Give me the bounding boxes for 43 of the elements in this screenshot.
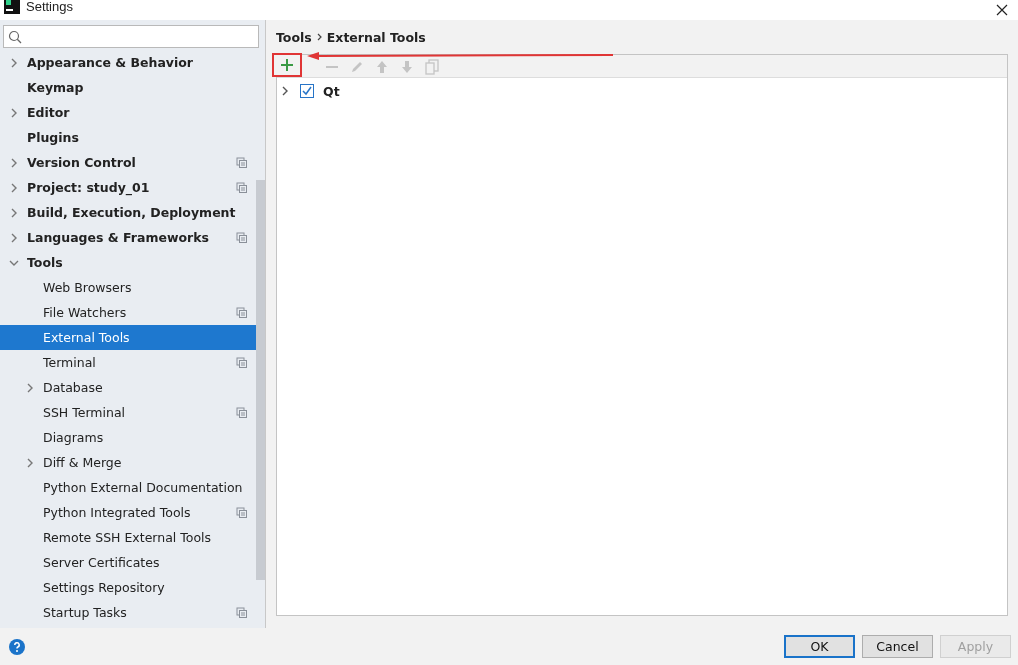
close-icon[interactable] (996, 4, 1008, 16)
window-title: Settings (26, 0, 73, 14)
sidebar-item[interactable]: Web Browsers (0, 275, 256, 300)
sidebar-item[interactable]: Server Certificates (0, 550, 256, 575)
sidebar-item[interactable]: Remote SSH External Tools (0, 525, 256, 550)
sidebar-item[interactable]: Python Integrated Tools (0, 500, 256, 525)
sidebar-item[interactable]: Editor (0, 100, 256, 125)
up-arrow-icon (374, 59, 390, 75)
sidebar-item[interactable]: File Watchers (0, 300, 256, 325)
help-icon[interactable] (9, 638, 25, 655)
sidebar-item[interactable]: Plugins (0, 125, 256, 150)
sidebar-item[interactable]: SSH Terminal (0, 400, 256, 425)
breadcrumb-item[interactable]: External Tools (326, 29, 426, 45)
sidebar-item[interactable]: Python External Documentation (0, 475, 256, 500)
sidebar-item[interactable]: Terminal (0, 350, 256, 375)
breadcrumb-item[interactable]: Tools (276, 29, 312, 45)
dialog-button[interactable]: Cancel (862, 635, 933, 658)
sidebar-item[interactable]: External Tools (0, 325, 256, 350)
sidebar-item[interactable]: Languages & Frameworks (0, 225, 256, 250)
sidebar-item[interactable]: Keymap (0, 75, 256, 100)
sidebar-item[interactable]: Version Control (0, 150, 256, 175)
sidebar-item[interactable]: Appearance & Behavior (0, 50, 256, 75)
breadcrumb-separator-icon (315, 32, 323, 42)
checkmark-icon (301, 85, 313, 97)
add-icon (279, 57, 295, 73)
sidebar-item[interactable]: Tools (0, 250, 256, 275)
copy-icon (424, 59, 440, 75)
checkbox[interactable] (300, 84, 314, 98)
sidebar-item[interactable]: Settings Repository (0, 575, 256, 600)
scrollbar[interactable] (256, 180, 265, 580)
pencil-icon (349, 59, 365, 75)
tool-group-label: Qt (323, 83, 340, 99)
search-icon (8, 29, 22, 44)
sidebar-item[interactable]: Diff & Merge (0, 450, 256, 475)
sidebar-item[interactable]: Build, Execution, Deployment (0, 200, 256, 225)
dialog-button[interactable]: OK (784, 635, 855, 658)
add-button[interactable] (272, 53, 302, 77)
sidebar-item[interactable]: Project: study_01 (0, 175, 256, 200)
sidebar-item[interactable]: Diagrams (0, 425, 256, 450)
search-field[interactable] (3, 25, 259, 48)
sidebar-item[interactable]: Database (0, 375, 256, 400)
down-arrow-icon (399, 59, 415, 75)
sidebar-item[interactable]: Startup Tasks (0, 600, 256, 625)
